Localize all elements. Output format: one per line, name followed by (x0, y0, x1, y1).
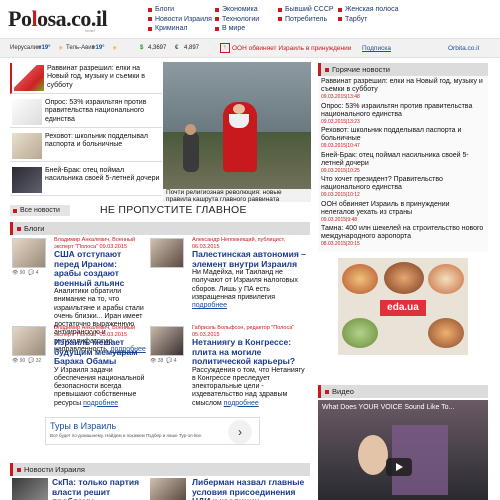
all-news-button[interactable]: Все новости (10, 205, 70, 216)
main-news-photo[interactable] (163, 62, 311, 202)
bullet-icon (13, 208, 17, 213)
blog-entry: Габриэль Вольфсон, редактор "Полоса" 05.… (192, 325, 310, 408)
video-title[interactable]: What Does YOUR VOICE Sound Like To... (322, 404, 454, 411)
avatar[interactable] (12, 326, 46, 356)
temperature: +19° (92, 45, 105, 51)
ad-title[interactable]: Туры в Израиль (50, 421, 116, 431)
nav-link[interactable]: Блоги (148, 5, 212, 15)
news-thumbnail[interactable] (12, 478, 48, 500)
read-more-link[interactable]: подробнее (224, 400, 259, 407)
avatar[interactable] (12, 238, 46, 268)
avatar[interactable] (150, 326, 184, 356)
news-thumbnail (12, 99, 42, 125)
food-ad[interactable]: eda.ua (338, 258, 468, 355)
sun-icon: ☀ (58, 46, 64, 52)
blog-excerpt: Ни Мадейха, ни Таиланд не получают от Из… (192, 269, 298, 301)
nav-link[interactable]: Технологии (215, 15, 259, 25)
video-player[interactable]: What Does YOUR VOICE Sound Like To... (318, 400, 488, 500)
blog-title[interactable]: США отступают перед Ираном: арабы создаю… (54, 249, 146, 288)
nav-link[interactable]: В мире (215, 24, 259, 34)
blog-stats: 👁 90 💬 32 (12, 358, 42, 364)
play-button[interactable] (386, 458, 412, 476)
nav-link[interactable]: Женская полоса (338, 5, 398, 15)
nav-column-2: Экономика Технологии В мире (215, 5, 259, 34)
news-thumbnail[interactable] (150, 478, 186, 500)
top-news-item[interactable]: Реховот: школьник подделывал паспорта и … (10, 131, 162, 162)
currency-rate: 4,897 (184, 45, 200, 51)
top-news-item[interactable]: Бней-Брак: отец поймал насильника своей … (10, 165, 162, 196)
blog-title[interactable]: Нетаниягу в Конгрессе: плита на могиле п… (192, 337, 310, 367)
euro-icon: € (175, 45, 179, 51)
ad-text: Все будет по-домашнему. Найдем и покажем… (50, 433, 203, 438)
read-more-link[interactable]: подробнее (83, 400, 118, 407)
video-header: Видео (318, 385, 488, 398)
blog-title[interactable]: Палестинская автономия – элемент внутри … (192, 249, 310, 269)
city-label: Тель-Авив (66, 45, 95, 51)
news-title: Раввинат разрешил: елки на Новый год, му… (47, 65, 145, 89)
hot-news-header: Горячие новости (318, 63, 488, 76)
hot-news-panel: Горячие новости Раввинат разрешил: елки … (318, 63, 488, 252)
news-title[interactable]: Либерман назвал главные условия присоеди… (192, 477, 310, 500)
nav-link[interactable]: Новости Израиля (148, 15, 212, 25)
news-title[interactable]: СкПа: только партия власти решит проблем… (52, 477, 144, 500)
news-title: Опрос: 53% израильтян против правительст… (45, 99, 147, 123)
info-bar: Иерусалим +19° ☀ Тель-Авив +19° ☀ $ 4,36… (0, 38, 500, 58)
nav-link[interactable]: Тарбут (338, 15, 398, 25)
sun-icon: ☀ (112, 46, 118, 52)
eda-logo: eda.ua (380, 300, 426, 316)
hot-news-item[interactable]: Опрос: 53% израильтян против правительст… (321, 103, 485, 125)
hot-news-item[interactable]: ООН обвиняет Израиль в принуждении нелег… (321, 201, 485, 223)
main-photo-caption[interactable]: Почти религиозная революция: новые прави… (163, 189, 311, 203)
nav-link[interactable]: Бывший СССР (278, 5, 334, 15)
blog-entry: Александр Непомнящий, публицист, 06.03.2… (192, 237, 310, 310)
currency-rate: 4,3697 (148, 45, 167, 51)
news-thumbnail (14, 65, 44, 91)
blog-stats: 👁 90 💬 4 (12, 270, 39, 276)
blog-entry: Владимир Анкалевич, Военный эксперт "Пол… (54, 325, 146, 408)
israel-news-header: Новости Израиля (10, 463, 310, 476)
news-thumbnail (12, 167, 42, 193)
nav-column-4: Женская полоса Тарбут (338, 5, 398, 24)
all-news-label: Все новости (20, 207, 60, 214)
read-more-link[interactable]: подробнее (192, 302, 227, 309)
ad-banner[interactable]: Туры в Израиль Все будет по-домашнему. Н… (45, 417, 260, 445)
avatar[interactable] (150, 238, 184, 268)
logo-subtitle: Israel (85, 28, 95, 33)
dont-miss-heading: НЕ ПРОПУСТИТЕ ГЛАВНОЕ (100, 204, 247, 216)
nav-column-3: Бывший СССР Потребитель (278, 5, 334, 24)
orbita-link[interactable]: Orbita.co.il (448, 45, 479, 52)
subscribe-link[interactable]: Подписка (362, 45, 391, 52)
nav-column-1: Блоги Новости Израиля Криминал (148, 5, 212, 34)
hot-news-item[interactable]: Тамна: 400 илн шекелей на строительство … (321, 225, 485, 247)
nav-link[interactable]: Потребитель (278, 15, 334, 25)
nav-link[interactable]: Криминал (148, 24, 212, 34)
blog-stats: 👁 38 💬 4 (150, 358, 177, 364)
blog-title[interactable]: Израиль мешает будущим мемуарам Барака О… (54, 337, 146, 367)
hot-news-item[interactable]: Раввинат разрешил: елки на Новый год, му… (321, 78, 485, 100)
temperature: +19° (38, 45, 51, 51)
hot-news-item[interactable]: Бней-Брак: отец поймал насильника своей … (321, 152, 485, 174)
alert-icon: ! (220, 43, 230, 53)
dollar-icon: $ (140, 45, 144, 51)
nav-link[interactable]: Экономика (215, 5, 259, 15)
news-title: Реховот: школьник подделывал паспорта и … (45, 133, 148, 149)
top-news-item[interactable]: Опрос: 53% израильтян против правительст… (10, 97, 162, 128)
news-thumbnail (12, 133, 42, 159)
hot-news-item[interactable]: Реховот: школьник подделывал паспорта и … (321, 127, 485, 149)
top-news-item[interactable]: Раввинат разрешил: елки на Новый год, му… (10, 63, 162, 94)
hot-news-item[interactable]: Что хочет президент? Правительство нацио… (321, 176, 485, 198)
chevron-right-icon[interactable]: › (228, 420, 252, 444)
ticker-headline[interactable]: ООН обвиняет Израиль в принуждении (232, 45, 351, 52)
city-label: Иерусалим (10, 45, 42, 51)
news-title: Бней-Брак: отец поймал насильника своей … (45, 167, 160, 183)
play-icon (396, 463, 403, 471)
blogs-header: Блоги (10, 222, 310, 235)
